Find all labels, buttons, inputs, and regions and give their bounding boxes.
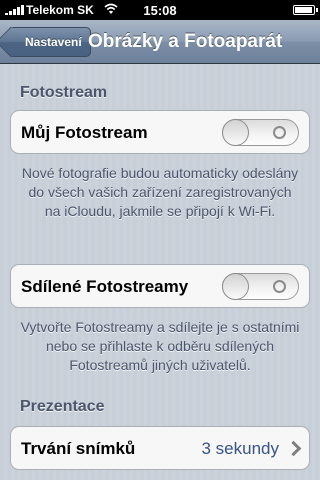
back-button-label: Nastavení (25, 35, 82, 49)
shared-photostreams-label: Sdílené Fotostreamy (21, 277, 189, 296)
my-photostream-footnote: Nové fotografie budou automaticky odeslá… (21, 165, 299, 219)
status-time: 15:08 (143, 3, 177, 18)
toggle-knob (222, 119, 249, 146)
settings-table[interactable]: Fotostream Můj Fotostream Nové fotografi… (0, 64, 320, 480)
status-bar: Telekom SK 15:08 (0, 0, 320, 20)
toggle-knob (222, 273, 249, 300)
chevron-right-icon (285, 440, 302, 457)
toggle-off-icon (273, 280, 286, 293)
section-header-prezentace: Prezentace (20, 398, 105, 415)
my-photostream-toggle[interactable] (222, 119, 299, 146)
slide-duration-value: 3 sekundy (201, 439, 280, 458)
slide-duration-label: Trvání snímků (21, 439, 136, 458)
back-button[interactable]: Nastavení (8, 27, 91, 57)
shared-photostreams-cell[interactable]: Sdílené Fotostreamy (10, 264, 310, 308)
my-photostream-cell[interactable]: Můj Fotostream (10, 110, 310, 154)
page-title: Obrázky a Fotoaparát (88, 31, 283, 52)
my-photostream-label: Můj Fotostream (21, 123, 148, 142)
section-header-fotostream: Fotostream (20, 84, 108, 101)
slide-duration-cell[interactable]: Trvání snímků 3 sekundy (10, 426, 310, 470)
shared-photostreams-toggle[interactable] (222, 273, 299, 300)
shared-photostreams-footnote: Vytvořte Fotostreamy a sdílejte je s ost… (20, 319, 300, 373)
toggle-off-icon (273, 126, 286, 139)
battery-icon (293, 5, 318, 15)
navigation-bar: Nastavení Obrázky a Fotoaparát (0, 20, 320, 64)
